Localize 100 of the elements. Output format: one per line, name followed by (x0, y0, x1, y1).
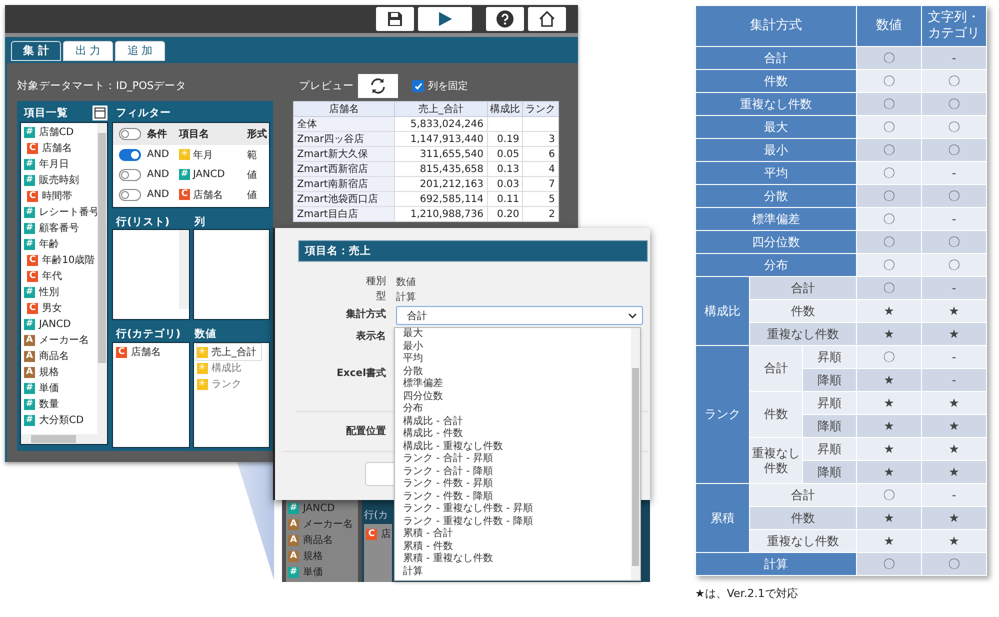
dropdown-option[interactable]: 標準偏差 (403, 378, 443, 390)
play-button[interactable] (418, 7, 472, 31)
table-cell-text: 値 (247, 168, 258, 182)
drop-zone[interactable] (112, 229, 190, 320)
field-item[interactable]: # 単価 (24, 380, 59, 396)
dropdown-option[interactable]: 計算 (403, 566, 423, 578)
dropdown-option[interactable]: ランク - 合計 - 降順 (403, 466, 493, 478)
field-item[interactable]: A メーカー名 (24, 332, 89, 348)
field-item[interactable]: # 販売時刻 (24, 172, 79, 188)
help-icon (496, 10, 514, 28)
field-item[interactable]: # 年齢 (24, 236, 59, 252)
row-header: 標準偏差 (696, 208, 856, 230)
dropdown-option[interactable]: ランク - 重複なし件数 - 降順 (403, 516, 533, 528)
dropdown-option[interactable]: 累積 - 重複なし件数 (403, 553, 493, 566)
checkbox[interactable] (412, 80, 424, 92)
dropdown-option[interactable]: ランク - 件数 - 降順 (403, 490, 493, 503)
field-item[interactable]: A 商品名 (288, 532, 333, 548)
table-cell: ★ (856, 414, 922, 438)
dropdown-option[interactable]: 構成比 - 重複なし件数 (403, 440, 503, 453)
panel-title: 行(カ (364, 509, 388, 522)
home-button[interactable] (528, 7, 566, 31)
panel-title: 行(カテゴリ) (116, 327, 182, 342)
table-cell: 〇 (856, 116, 922, 138)
field-item[interactable]: # 顧客番号 (24, 220, 79, 236)
table-cell-text: 範 (247, 148, 258, 162)
table-cell: 〇 (856, 254, 922, 276)
table-cell: 〇 (922, 184, 986, 208)
field-item[interactable]: C 男女 (27, 300, 62, 316)
drop-zone[interactable] (192, 229, 270, 320)
field-item[interactable]: C 年代 (27, 268, 62, 284)
dropdown-option[interactable]: 四分位数 (403, 390, 443, 403)
field-item[interactable]: # 年月日 (24, 156, 69, 172)
tab[interactable]: 出 力 (63, 41, 113, 61)
scrollbar[interactable] (97, 123, 107, 434)
toggle-switch[interactable] (119, 188, 141, 201)
save-button[interactable] (376, 7, 414, 31)
scrollbar[interactable] (21, 434, 107, 444)
scrollbar[interactable] (631, 328, 640, 580)
field-item[interactable]: # 性別 (24, 284, 59, 300)
refresh-button[interactable] (358, 74, 398, 98)
dropdown-option[interactable]: 累積 - 件数 (403, 540, 453, 553)
field-item[interactable]: A 商品名 (24, 348, 69, 364)
field-item[interactable]: C 時間帯 (27, 188, 72, 204)
table-cell: 0.13 (487, 162, 523, 176)
panel-title: 項目一覧 (24, 106, 68, 120)
column-header: 集計方式 (696, 6, 856, 46)
dropdown-option[interactable]: ランク - 重複なし件数 - 昇順 (403, 503, 533, 516)
field-item[interactable]: # JANCD (288, 500, 335, 516)
field-item[interactable]: A 規格 (24, 364, 59, 380)
table-cell: Zmart南新宿店 (294, 176, 395, 192)
field-item[interactable]: C 店舗名 (116, 344, 161, 360)
row-header: 合計 (749, 346, 803, 392)
drop-zone[interactable]: ✳ 売上_合計 ✳ 構成比 ✳ ランク (192, 342, 270, 448)
field-label: 表示名 (355, 330, 386, 344)
field-item[interactable]: # 数量 (24, 396, 59, 412)
field-item[interactable]: # 店舗CD (24, 124, 74, 140)
dropdown-option[interactable]: 累積 - 合計 (403, 528, 453, 540)
dropdown-option[interactable]: 分布 (403, 403, 423, 416)
field-item[interactable]: C 店 (366, 526, 391, 542)
field-item[interactable]: ✳ 構成比 (196, 360, 246, 376)
table-cell: ★ (922, 322, 986, 346)
dropdown-option[interactable]: 最大 (403, 328, 423, 340)
table-cell: 〇 (856, 208, 922, 230)
field-item[interactable]: C 店舗名 (27, 140, 72, 156)
dropdown-option[interactable]: 最小 (403, 340, 423, 353)
method-select[interactable]: 合計 (396, 306, 643, 325)
dropdown-option[interactable]: 構成比 - 合計 (403, 416, 463, 428)
drop-zone[interactable]: C 店舗名 (112, 342, 190, 448)
drop-zone[interactable]: C 店 (364, 524, 392, 582)
field-label: Excel書式 (336, 366, 386, 381)
table-cell: 5 (522, 192, 558, 206)
table-cell: 〇 (856, 46, 922, 70)
toggle-switch[interactable] (119, 128, 141, 140)
field-item[interactable]: C 年齢10歳階 (27, 252, 95, 268)
help-button[interactable] (486, 7, 524, 31)
tab[interactable]: 追 加 (115, 41, 165, 61)
field-item[interactable]: # レシート番号 (24, 204, 99, 220)
table-cell: 201,212,163 (394, 176, 488, 192)
tab[interactable]: 集 計 (11, 41, 61, 61)
table-cell: 〇 (856, 138, 922, 162)
dropdown-option[interactable]: ランク - 合計 - 昇順 (403, 453, 493, 466)
field-item[interactable]: # JANCD (24, 316, 71, 332)
field-item[interactable]: ✳ ランク (196, 376, 246, 392)
dropdown-option[interactable]: ランク - 件数 - 昇順 (403, 478, 493, 490)
table-cell: 0.05 (487, 146, 523, 162)
dropdown-option[interactable]: 分散 (403, 366, 423, 378)
toggle-switch[interactable] (119, 148, 141, 161)
filter-field: # JANCD (179, 169, 241, 180)
field-item[interactable]: A 規格 (288, 548, 323, 564)
field-item[interactable]: # 大分類CD (24, 412, 84, 428)
dropdown-option[interactable]: 構成比 - 件数 (403, 428, 463, 440)
table-cell: ★ (922, 506, 986, 530)
panel-icon[interactable] (92, 105, 108, 121)
field-item[interactable]: A メーカー名 (288, 516, 353, 532)
play-icon (437, 11, 453, 27)
panel-title: フィルター (116, 106, 171, 120)
field-item[interactable]: # 単価 (288, 564, 323, 580)
toggle-switch[interactable] (119, 168, 141, 181)
dropdown-option[interactable]: 平均 (403, 353, 423, 366)
panel-title: 列 (194, 214, 206, 229)
